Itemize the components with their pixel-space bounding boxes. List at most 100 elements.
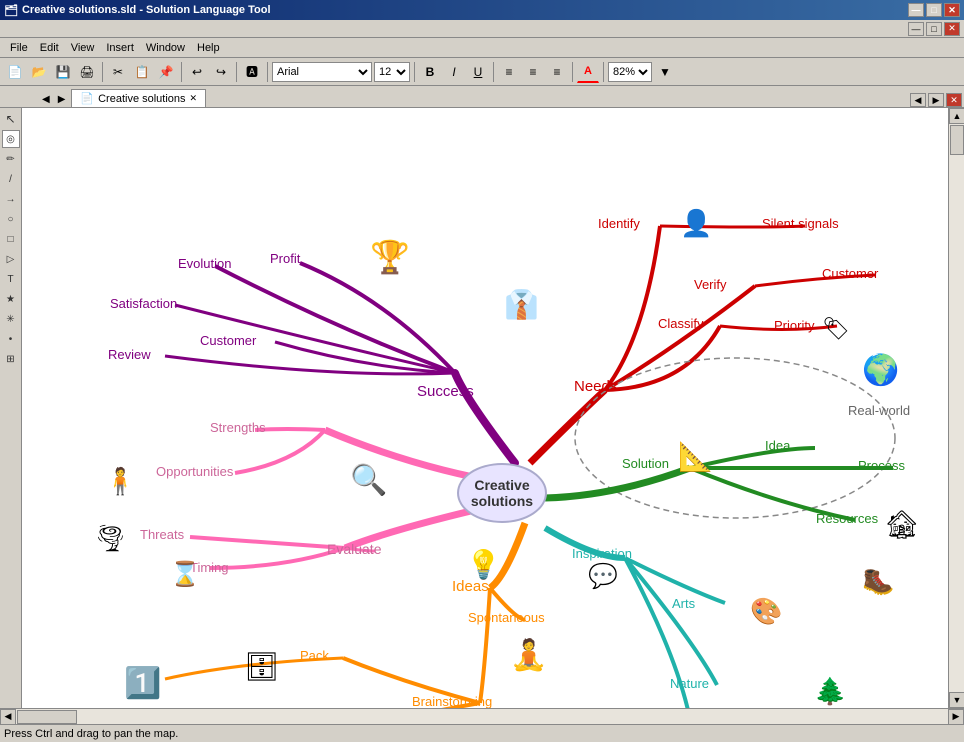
- menu-view[interactable]: View: [65, 41, 101, 55]
- canvas-area[interactable]: Creative solutions Profit Evolution Sati…: [22, 108, 948, 708]
- icon-speech-bubble: 💬: [588, 562, 618, 591]
- inner-close[interactable]: ✕: [944, 22, 960, 36]
- menu-help[interactable]: Help: [191, 41, 226, 55]
- tool-arrow[interactable]: →: [2, 190, 20, 208]
- status-message: Press Ctrl and drag to pan the map.: [4, 728, 178, 740]
- toolbar: 📄 📂 💾 🖨 ✂ 📋 📌 ↩ ↪ 🅰 Arial 12 B I U ≡ ≡ ≡…: [0, 58, 964, 86]
- redo-button[interactable]: ↪: [210, 61, 232, 83]
- open-button[interactable]: 📂: [28, 61, 50, 83]
- pane-prev[interactable]: ◀: [910, 93, 926, 107]
- tool-cursor[interactable]: ↖: [2, 110, 20, 128]
- inner-minimize[interactable]: —: [908, 22, 924, 36]
- icon-nature: 🌲: [814, 676, 846, 707]
- new-button[interactable]: 📄: [4, 61, 26, 83]
- italic-button[interactable]: I: [443, 61, 465, 83]
- tool-dot[interactable]: •: [2, 330, 20, 348]
- icon-priority-badge: 🏷: [822, 316, 850, 342]
- sep3: [236, 62, 237, 82]
- copy-button[interactable]: 📋: [131, 61, 153, 83]
- tab-next[interactable]: ▶: [56, 92, 68, 107]
- icon-person: 👔: [504, 288, 539, 321]
- sep5: [414, 62, 415, 82]
- tool-select[interactable]: ◎: [2, 130, 20, 148]
- tool-text[interactable]: T: [2, 270, 20, 288]
- tool-circle[interactable]: ○: [2, 210, 20, 228]
- window-controls[interactable]: — □ ✕: [908, 3, 960, 17]
- align-right[interactable]: ≡: [546, 61, 568, 83]
- bold-button[interactable]: B: [419, 61, 441, 83]
- menu-bar: File Edit View Insert Window Help: [0, 38, 964, 58]
- main-area: ↖ ◎ ✏ / → ○ □ ▷ T ★ ✳ • ⊞: [0, 108, 964, 708]
- align-center[interactable]: ≡: [522, 61, 544, 83]
- app-icon: 🗂: [4, 4, 18, 17]
- icon-paint: 🎨: [750, 596, 782, 627]
- tab-navigation[interactable]: ◀ ▶: [40, 92, 67, 107]
- icon-person2: 🧍: [104, 466, 136, 497]
- zoom-selector[interactable]: 82%: [608, 62, 652, 82]
- scroll-thumb-v[interactable]: [950, 125, 964, 155]
- pane-close[interactable]: ✕: [946, 93, 962, 107]
- icon-thinker: 🧘: [510, 638, 547, 673]
- tab-close-button[interactable]: ✕: [190, 93, 198, 104]
- tool-expand[interactable]: ⊞: [2, 350, 20, 368]
- menu-insert[interactable]: Insert: [100, 41, 140, 55]
- sep4: [267, 62, 268, 82]
- tool-pen[interactable]: ✏: [2, 150, 20, 168]
- menu-edit[interactable]: Edit: [34, 41, 65, 55]
- align-left[interactable]: ≡: [498, 61, 520, 83]
- icon-filing: 🗄: [244, 650, 280, 683]
- tab-prev[interactable]: ◀: [40, 92, 52, 107]
- paste-button[interactable]: 📌: [155, 61, 177, 83]
- mindmap-svg: [22, 108, 948, 708]
- menu-window[interactable]: Window: [140, 41, 191, 55]
- left-toolbar: ↖ ◎ ✏ / → ○ □ ▷ T ★ ✳ • ⊞: [0, 108, 22, 708]
- scroll-right-button[interactable]: ▶: [948, 709, 964, 725]
- center-node[interactable]: Creative solutions: [457, 463, 547, 523]
- maximize-button[interactable]: □: [926, 3, 942, 17]
- icon-tornado: 🌪: [94, 523, 127, 554]
- scroll-thumb-h[interactable]: [17, 710, 77, 724]
- tool-star[interactable]: ★: [2, 290, 20, 308]
- icon-lightbulb: 💡: [466, 548, 501, 581]
- tab-icon: 📄: [80, 92, 94, 105]
- print-button[interactable]: 🖨: [76, 61, 98, 83]
- scrollbar-vertical[interactable]: ▲ ▼: [948, 108, 964, 708]
- cut-button[interactable]: ✂: [107, 61, 129, 83]
- close-button[interactable]: ✕: [944, 3, 960, 17]
- icon-trophy: 🏆: [370, 238, 410, 276]
- pane-next[interactable]: ▶: [928, 93, 944, 107]
- tool-triangle[interactable]: ▷: [2, 250, 20, 268]
- icon-house: 🏚: [884, 508, 920, 541]
- scroll-up-button[interactable]: ▲: [949, 108, 964, 124]
- icon-drafting: 📐: [678, 440, 713, 473]
- scroll-down-button[interactable]: ▼: [949, 692, 964, 708]
- sep7: [572, 62, 573, 82]
- font-color-button[interactable]: A: [577, 61, 599, 83]
- tool-rect[interactable]: □: [2, 230, 20, 248]
- icon-hikers: 🥾: [862, 566, 894, 597]
- tool-line[interactable]: /: [2, 170, 20, 188]
- title-bar: 🗂 Creative solutions.sld - Solution Lang…: [0, 0, 964, 20]
- underline-button[interactable]: U: [467, 61, 489, 83]
- size-selector[interactable]: 12: [374, 62, 410, 82]
- zoom-dropdown[interactable]: ▼: [654, 61, 676, 83]
- icon-face-red: 👤: [680, 208, 712, 239]
- icon-num1: 1️⃣: [124, 666, 161, 701]
- scrollbar-horizontal[interactable]: ◀ ▶: [0, 708, 964, 724]
- scroll-track-h[interactable]: [16, 709, 948, 725]
- sep6: [493, 62, 494, 82]
- tab-creative-solutions[interactable]: 📄 Creative solutions ✕: [71, 89, 206, 107]
- tab-bar: ◀ ▶ 📄 Creative solutions ✕ ◀ ▶ ✕: [0, 86, 964, 108]
- menu-file[interactable]: File: [4, 41, 34, 55]
- scroll-left-button[interactable]: ◀: [0, 709, 16, 725]
- scroll-track-v[interactable]: [949, 124, 964, 692]
- format-button[interactable]: 🅰: [241, 61, 263, 83]
- save-button[interactable]: 💾: [52, 61, 74, 83]
- status-bar: Press Ctrl and drag to pan the map.: [0, 724, 964, 742]
- minimize-button[interactable]: —: [908, 3, 924, 17]
- inner-restore[interactable]: □: [926, 22, 942, 36]
- sep1: [102, 62, 103, 82]
- undo-button[interactable]: ↩: [186, 61, 208, 83]
- tool-asterisk[interactable]: ✳: [2, 310, 20, 328]
- font-selector[interactable]: Arial: [272, 62, 372, 82]
